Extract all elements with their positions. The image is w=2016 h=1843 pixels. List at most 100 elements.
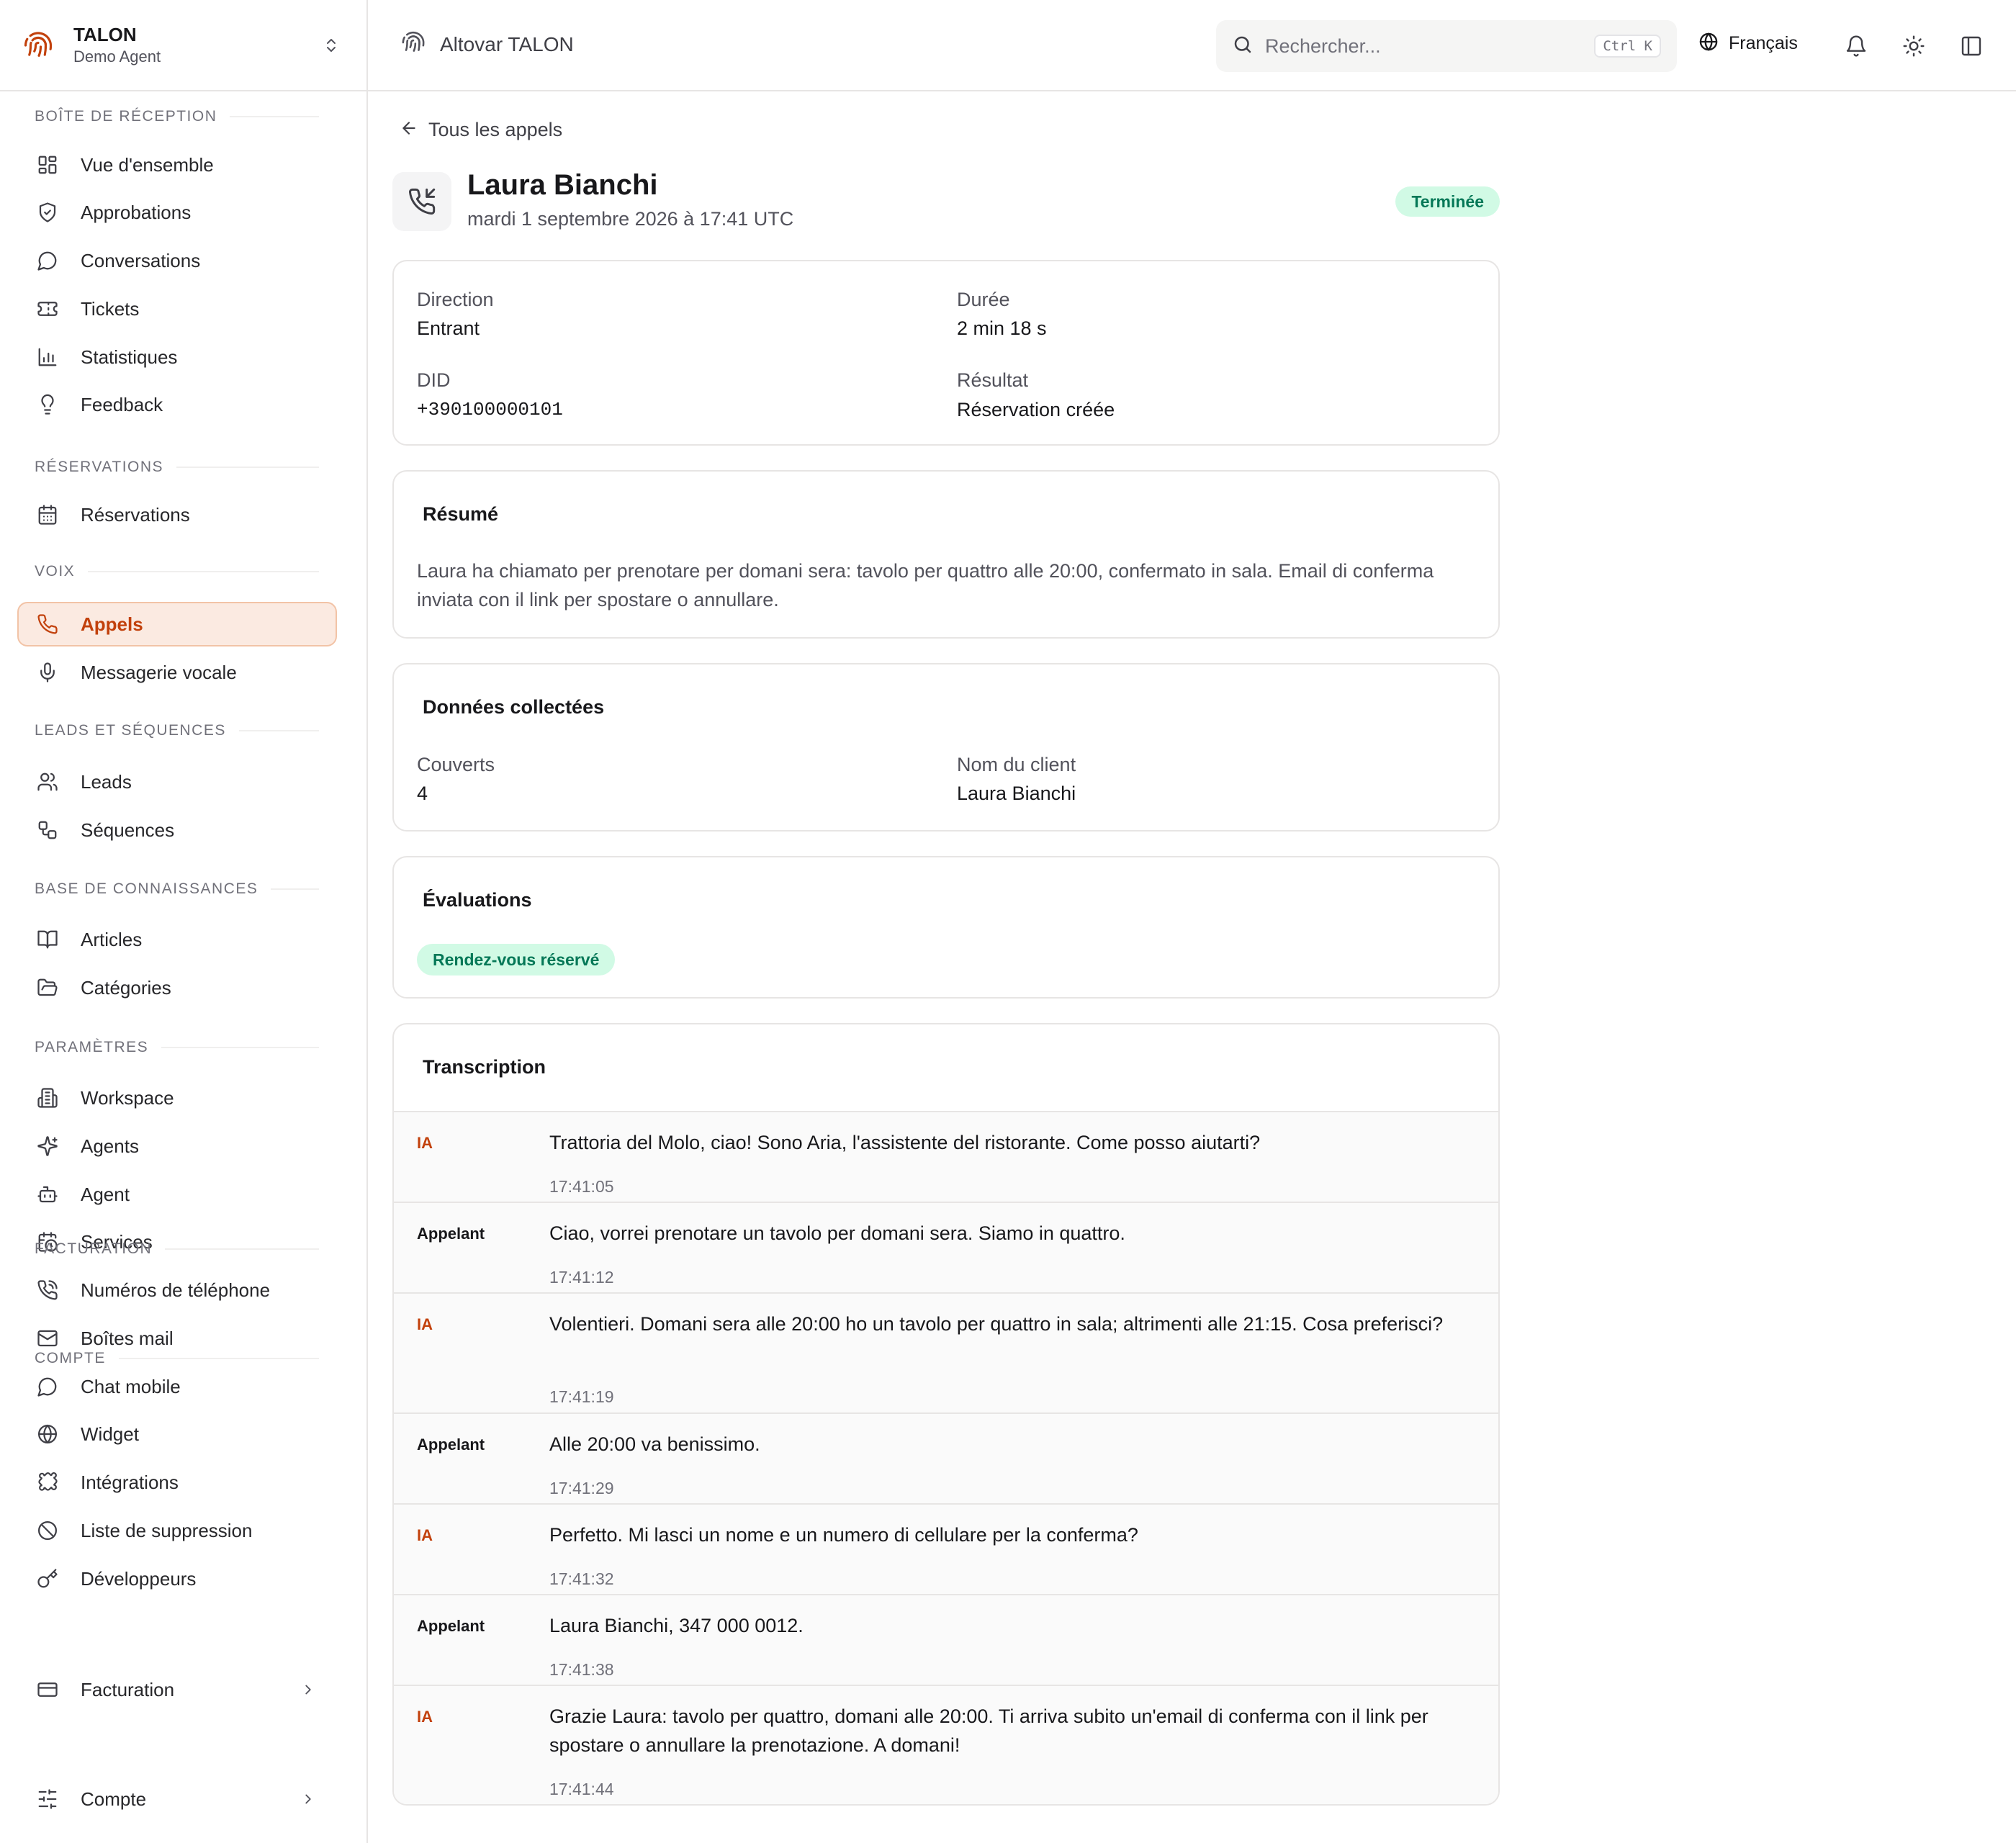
sidebar-item-label: Workspace [81, 1086, 174, 1109]
credit-card-icon [36, 1678, 59, 1701]
sidebar-item-vue-d-ensemble[interactable]: Vue d'ensemble [17, 143, 337, 187]
sidebar-item-label: Compte [81, 1788, 147, 1810]
globe-icon [36, 1423, 59, 1446]
search-shortcut: Ctrl K [1594, 35, 1661, 58]
sidebar-item-label: Séquences [81, 819, 175, 841]
sidebar-item-articles[interactable]: Articles [17, 917, 337, 962]
transcript-title: Transcription [423, 1056, 546, 1078]
transcript-message: Ciao, vorrei prenotare un tavolo per dom… [549, 1222, 1125, 1244]
transcript-row: Appelant Ciao, vorrei prenotare un tavolo… [394, 1202, 1498, 1292]
sidebar-item-label: Statistiques [81, 346, 178, 368]
divider [165, 1248, 319, 1250]
nav-section-label: FACTURATION [35, 1240, 153, 1257]
evaluation-badge: Rendez-vous réservé [417, 944, 616, 975]
sidebar-item-label: Conversations [81, 249, 201, 271]
sidebar-item-statistiques[interactable]: Statistiques [17, 335, 337, 379]
sidebar-item-widget[interactable]: Widget [17, 1412, 337, 1456]
users-icon [36, 770, 59, 793]
nav-section-base-de-connaissances: BASE DE CONNAISSANCES [35, 880, 319, 898]
transcript-timestamp: 17:41:32 [549, 1569, 614, 1588]
lightbulb-icon [36, 393, 59, 416]
search-icon [1232, 34, 1254, 59]
speaker-label: Appelant [417, 1436, 485, 1454]
sidebar-item-compte[interactable]: Compte [17, 1777, 337, 1821]
covers-value: 4 [417, 783, 428, 804]
transcript-message: Perfetto. Mi lasci un nome e un numero d… [549, 1524, 1138, 1546]
app-root: TALON Demo Agent BOÎTE DE RÉCEPTION Vue d… [0, 0, 2016, 1843]
chat-bubble-icon [36, 1375, 59, 1398]
divider [118, 1358, 319, 1359]
sidebar-item-label: Numéros de téléphone [81, 1279, 271, 1301]
language-label: Français [1729, 33, 1798, 53]
transcript-message: Trattoria del Molo, ciao! Sono Aria, l'a… [549, 1132, 1261, 1153]
phone-incoming-icon [392, 172, 451, 231]
sidebar-item-facturation[interactable]: Facturation [17, 1667, 337, 1712]
sliders-icon [36, 1788, 59, 1811]
sidebar-item-agent[interactable]: Agent [17, 1172, 337, 1217]
sidebar-item-sequences[interactable]: Séquences [17, 808, 337, 852]
key-icon [36, 1567, 59, 1590]
panel-left-icon[interactable] [1958, 33, 1984, 59]
sidebar-item-feedback[interactable]: Feedback [17, 382, 337, 427]
call-details-card: Direction Entrant Durée 2 min 18 s DID +… [392, 260, 1500, 446]
sidebar-item-label: Catégories [81, 976, 171, 999]
nav-section-facturation: FACTURATION [35, 1240, 319, 1258]
mail-icon [36, 1327, 59, 1350]
nav-section-voix: VOIX [35, 563, 319, 580]
sidebar-item-categories[interactable]: Catégories [17, 965, 337, 1010]
sidebar-item-appels[interactable]: Appels [17, 602, 337, 646]
sidebar-item-chat-mobile[interactable]: Chat mobile [17, 1364, 337, 1409]
sun-icon[interactable] [1901, 33, 1927, 59]
sidebar-item-approbations[interactable]: Approbations [17, 190, 337, 235]
sidebar-item-leads[interactable]: Leads [17, 760, 337, 804]
search-input[interactable]: Rechercher... Ctrl K [1216, 20, 1677, 72]
sidebar-item-tickets[interactable]: Tickets [17, 287, 337, 331]
divider [88, 571, 319, 572]
result-value: Réservation créée [957, 399, 1115, 420]
bell-icon[interactable] [1843, 33, 1869, 59]
org-name[interactable]: Altovar TALON [401, 30, 574, 58]
sidebar-item-label: Tickets [81, 297, 140, 320]
language-selector[interactable]: Français [1698, 32, 1798, 55]
collected-title: Données collectées [423, 696, 605, 718]
nav-section-leads-et-sequences: LEADS ET SÉQUENCES [35, 722, 319, 739]
direction-label: Direction [417, 289, 494, 310]
back-link[interactable]: Tous les appels [400, 119, 562, 141]
transcript-timestamp: 17:41:29 [549, 1479, 614, 1497]
covers-label: Couverts [417, 754, 495, 775]
ticket-icon [36, 297, 59, 320]
client-name-value: Laura Bianchi [957, 783, 1076, 804]
evaluations-title: Évaluations [423, 889, 532, 911]
sidebar-item-conversations[interactable]: Conversations [17, 238, 337, 283]
sidebar-item-label: Appels [81, 613, 143, 635]
workspace-switcher[interactable]: TALON Demo Agent [0, 0, 366, 91]
sidebar-item-workspace[interactable]: Workspace [17, 1076, 337, 1120]
main-area: Altovar TALON Rechercher... Ctrl K Franç… [368, 0, 2016, 1843]
sidebar-item-developpeurs[interactable]: Développeurs [17, 1556, 337, 1601]
sidebar-item-integrations[interactable]: Intégrations [17, 1460, 337, 1505]
did-label: DID [417, 369, 451, 391]
divider [271, 888, 319, 890]
transcript-row: IA Volentieri. Domani sera alle 20:00 ho … [394, 1292, 1498, 1412]
robot-icon [36, 1183, 59, 1206]
sidebar-item-label: Widget [81, 1423, 139, 1445]
sidebar-item-label: Facturation [81, 1678, 175, 1700]
divider [230, 116, 319, 117]
topbar: Altovar TALON Rechercher... Ctrl K Franç… [368, 0, 2016, 91]
caller-name: Laura Bianchi [467, 169, 658, 201]
sidebar-item-liste-de-suppression[interactable]: Liste de suppression [17, 1508, 337, 1553]
evaluations-card: Évaluations Rendez-vous réservé [392, 856, 1500, 999]
sidebar-item-agents[interactable]: Agents [17, 1124, 337, 1168]
fingerprint-logo-icon [23, 30, 53, 60]
chevrons-up-down-icon[interactable] [319, 33, 343, 58]
arrow-left-icon [400, 119, 418, 141]
speaker-label: IA [417, 1708, 433, 1726]
puzzle-icon [36, 1471, 59, 1494]
brand-subtitle: Demo Agent [73, 47, 161, 66]
sidebar-item-messagerie-vocale[interactable]: Messagerie vocale [17, 650, 337, 695]
duration-label: Durée [957, 289, 1010, 310]
nav-section-parametres: PARAMÈTRES [35, 1039, 319, 1056]
transcript-message: Laura Bianchi, 347 000 0012. [549, 1615, 804, 1636]
sidebar-item-numeros-de-telephone[interactable]: Numéros de téléphone [17, 1268, 337, 1312]
sidebar-item-reservations[interactable]: Réservations [17, 492, 337, 537]
